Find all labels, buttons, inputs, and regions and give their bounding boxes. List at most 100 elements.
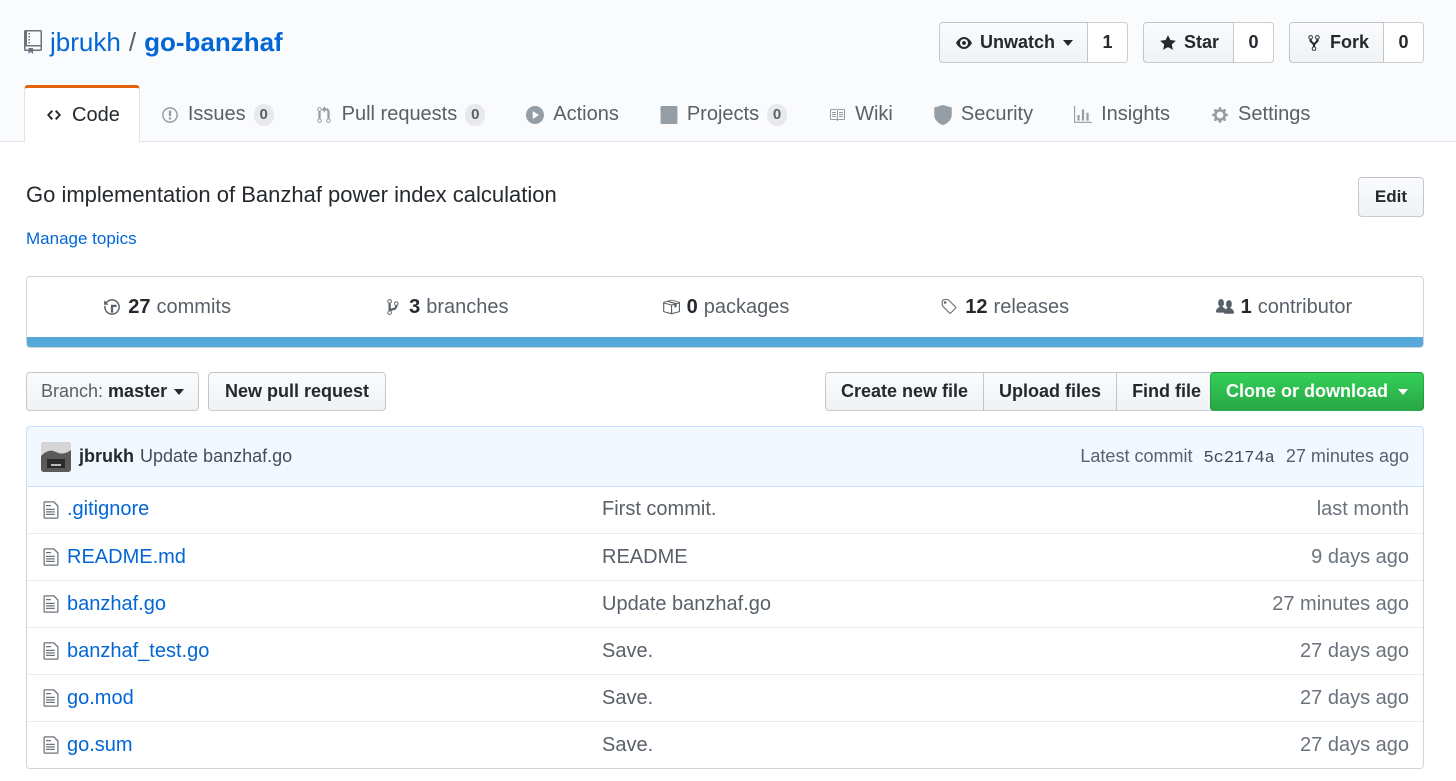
tab-code-label: Code (72, 103, 120, 126)
tab-security-label: Security (960, 103, 1034, 125)
play-icon (525, 105, 545, 125)
file-icon (27, 594, 67, 614)
file-age: 27 days ago (1300, 639, 1409, 662)
projects-counter: 0 (767, 103, 788, 126)
tab-insights[interactable]: Insights (1053, 85, 1190, 142)
commit-message-link[interactable]: Update banzhaf.go (140, 446, 292, 467)
shield-icon (933, 104, 953, 125)
create-new-file-button[interactable]: Create new file (825, 372, 985, 411)
language-bar[interactable] (27, 337, 1423, 347)
tab-pull-requests[interactable]: Pull requests 0 (294, 85, 506, 142)
find-file-button[interactable]: Find file (1116, 372, 1218, 411)
watchers-count[interactable]: 1 (1087, 22, 1128, 63)
packages-link[interactable]: 0 packages (585, 277, 864, 337)
branches-link[interactable]: 3 branches (306, 277, 585, 337)
repo-icon (24, 30, 42, 54)
tab-projects[interactable]: Projects 0 (639, 85, 807, 142)
star-button[interactable]: Star (1142, 22, 1234, 63)
repo-actions: Unwatch 1 Star 0 Fork 0 (938, 22, 1424, 63)
file-name-link[interactable]: go.mod (67, 687, 134, 709)
new-pull-request-button[interactable]: New pull request (208, 372, 387, 411)
file-name-link[interactable]: .gitignore (67, 498, 149, 520)
latest-commit-bar: jbrukh Update banzhaf.go Latest commit 5… (26, 426, 1424, 487)
package-icon (661, 297, 681, 317)
releases-link[interactable]: 12 releases (865, 277, 1144, 337)
pulls-counter: 0 (465, 103, 486, 126)
star-group: Star 0 (1142, 22, 1274, 63)
fork-button[interactable]: Fork (1288, 22, 1384, 63)
table-row: README.md README 9 days ago (27, 533, 1423, 580)
numbers-summary: 27 commits 3 branches 0 packages 12 rele… (26, 276, 1424, 348)
file-commit-message-link[interactable]: Update banzhaf.go (602, 593, 771, 615)
file-commit-message-link[interactable]: README (602, 546, 688, 568)
latest-commit-prefix: Latest commit (1080, 445, 1193, 466)
file-icon (27, 547, 67, 567)
upload-files-button[interactable]: Upload files (983, 372, 1118, 411)
edit-description-button[interactable]: Edit (1357, 177, 1424, 217)
file-commit-message-link[interactable]: Save. (602, 640, 653, 662)
file-age: 27 days ago (1300, 733, 1409, 756)
commit-sha-link[interactable]: 5c2174a (1203, 449, 1274, 468)
fork-group: Fork 0 (1288, 22, 1424, 63)
unwatch-button[interactable]: Unwatch (938, 22, 1088, 63)
branch-select-button[interactable]: Branch: master (26, 372, 200, 411)
tab-actions-label: Actions (553, 103, 619, 125)
file-list: .gitignore First commit. last month READ… (26, 486, 1424, 769)
avatar[interactable] (41, 441, 71, 472)
star-icon (1158, 33, 1178, 53)
file-commit-message-link[interactable]: First commit. (602, 498, 716, 520)
tab-insights-label: Insights (1101, 103, 1171, 125)
history-icon (102, 297, 122, 317)
commit-author-link[interactable]: jbrukh (79, 446, 134, 467)
repo-name-link[interactable]: go-banzhaf (144, 27, 283, 58)
repo-owner-link[interactable]: jbrukh (50, 27, 121, 58)
tab-settings[interactable]: Settings (1190, 85, 1330, 142)
commits-link[interactable]: 27 commits (27, 277, 306, 337)
stargazers-count[interactable]: 0 (1233, 22, 1274, 63)
file-name-link[interactable]: banzhaf_test.go (67, 640, 209, 662)
packages-label: packages (703, 295, 790, 318)
graph-icon (1073, 105, 1093, 125)
tab-wiki-label: Wiki (855, 103, 893, 125)
branches-count: 3 (409, 295, 421, 318)
file-name-link[interactable]: go.sum (67, 734, 133, 756)
manage-topics-link[interactable]: Manage topics (26, 229, 137, 249)
issues-counter: 0 (253, 103, 274, 126)
commits-label: commits (156, 295, 231, 318)
releases-count: 12 (965, 295, 988, 318)
fork-label: Fork (1329, 32, 1369, 52)
file-age: 27 days ago (1300, 686, 1409, 709)
tab-issues-label: Issues (187, 103, 246, 125)
file-commit-message-link[interactable]: Save. (602, 734, 653, 756)
contributors-count: 1 (1240, 295, 1252, 318)
tab-issues[interactable]: Issues 0 (140, 85, 294, 142)
tab-pull-requests-label: Pull requests (341, 103, 458, 125)
file-name-link[interactable]: README.md (67, 546, 186, 568)
commit-meta: Latest commit 5c2174a 27 minutes ago (1080, 446, 1409, 468)
book-icon (827, 105, 847, 125)
branch-prefix: Branch: (41, 381, 104, 401)
repo-separator: / (128, 26, 137, 57)
tab-actions[interactable]: Actions (505, 85, 639, 142)
file-actions: Create new file Upload files Find file (825, 372, 1218, 411)
tab-security[interactable]: Security (913, 85, 1053, 142)
tab-wiki[interactable]: Wiki (807, 85, 913, 142)
file-name-link[interactable]: banzhaf.go (67, 593, 166, 615)
contributors-link[interactable]: 1 contributor (1144, 277, 1423, 337)
forks-count[interactable]: 0 (1384, 22, 1424, 63)
tab-code[interactable]: Code (24, 85, 140, 143)
file-commit-message-link[interactable]: Save. (602, 687, 653, 709)
file-age: 9 days ago (1311, 545, 1409, 568)
branches-label: branches (426, 295, 509, 318)
chevron-down-icon (174, 388, 185, 395)
file-age: last month (1316, 498, 1409, 520)
unwatch-label: Unwatch (979, 32, 1055, 52)
tab-settings-label: Settings (1238, 103, 1311, 125)
commits-count: 27 (128, 295, 151, 318)
table-row: banzhaf_test.go Save. 27 days ago (27, 627, 1423, 674)
tab-projects-label: Projects (686, 103, 760, 125)
eye-icon (954, 33, 974, 53)
table-row: banzhaf.go Update banzhaf.go 27 minutes … (27, 580, 1423, 627)
packages-count: 0 (686, 295, 698, 318)
clone-or-download-button[interactable]: Clone or download (1210, 372, 1424, 411)
